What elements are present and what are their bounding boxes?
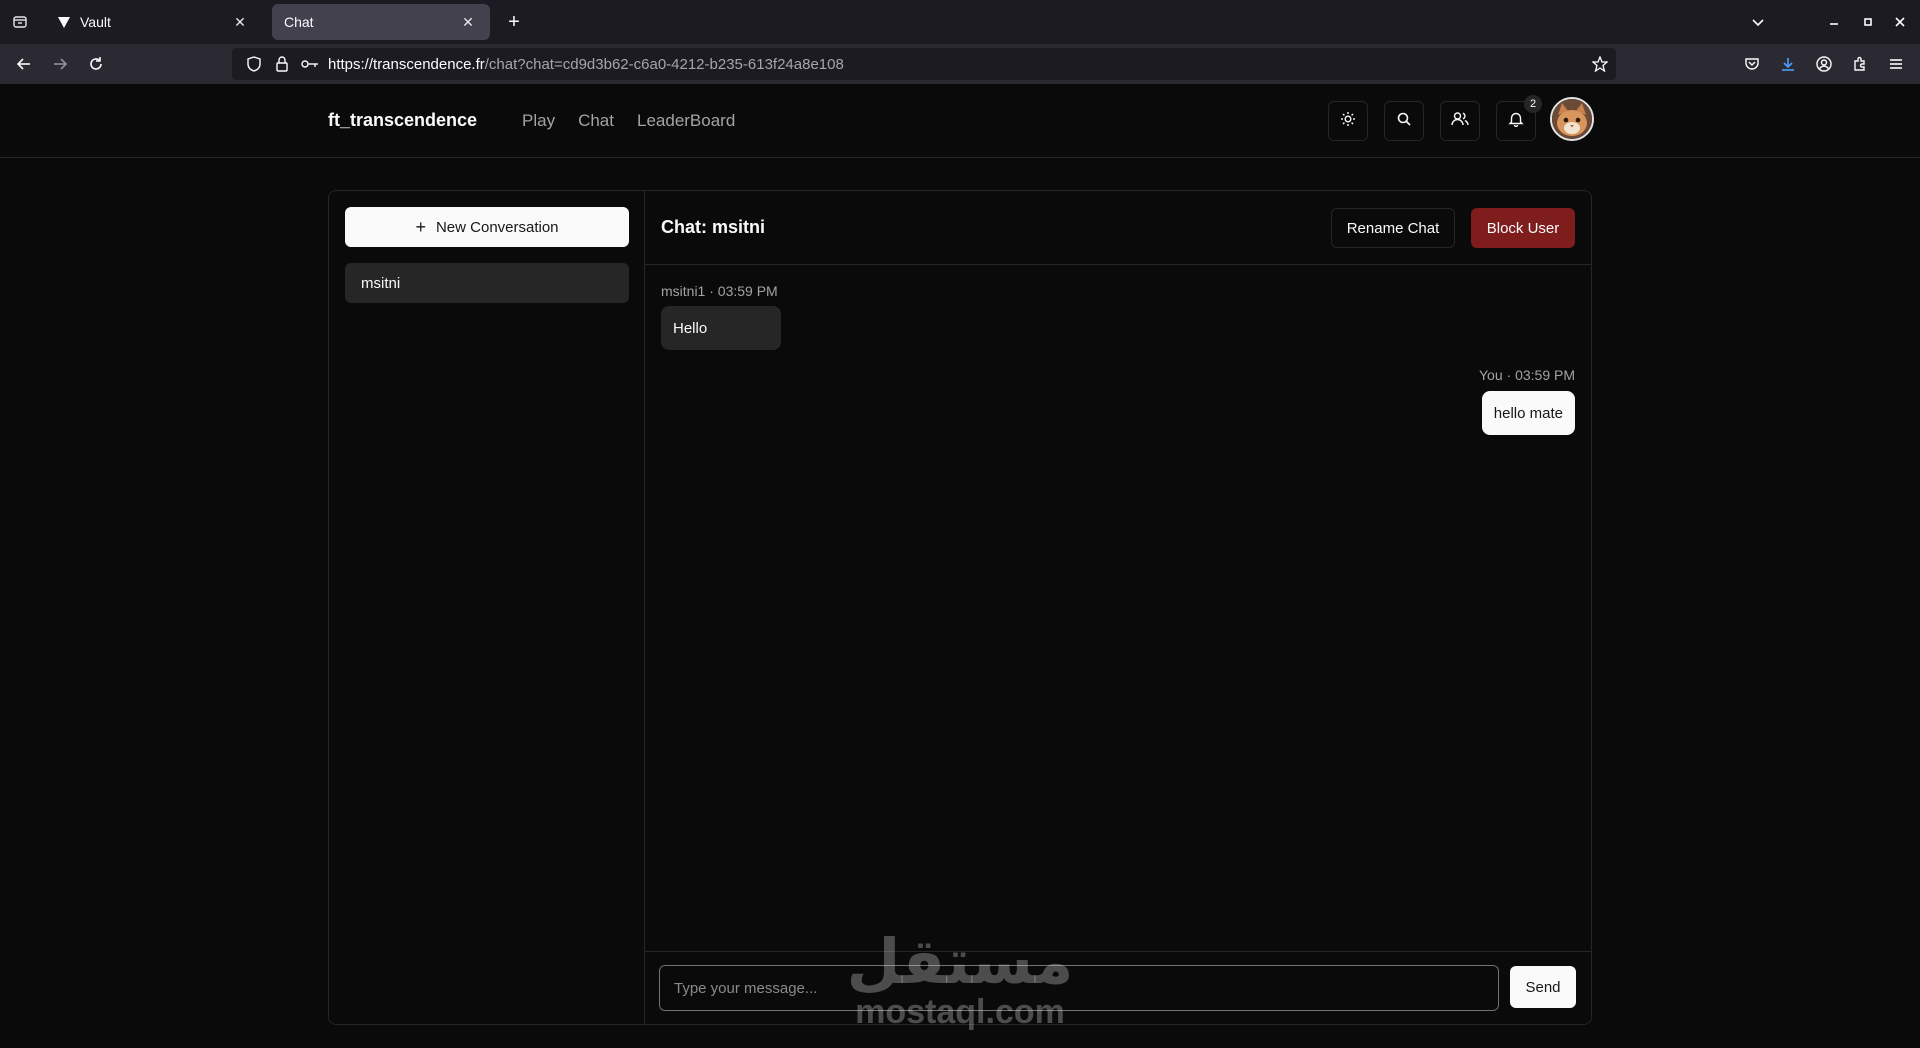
tab-close-icon[interactable]: ✕ [458, 12, 478, 32]
friends-button[interactable] [1440, 101, 1480, 141]
vault-favicon-icon [56, 14, 72, 30]
send-button[interactable]: Send [1510, 966, 1576, 1008]
new-conversation-button[interactable]: + New Conversation [345, 207, 629, 247]
new-tab-icon[interactable]: + [500, 8, 528, 36]
back-arrow-icon[interactable] [10, 50, 38, 78]
bell-icon [1508, 111, 1524, 132]
message-input[interactable] [657, 963, 1501, 1013]
tab-list-icon[interactable] [0, 0, 40, 44]
browser-nav-bar: https://transcendence.fr/chat?chat=cd9d3… [0, 44, 1920, 84]
extensions-icon[interactable] [1846, 50, 1874, 78]
message-meta: msitni1 · 03:59 PM [661, 283, 778, 299]
pocket-icon[interactable] [1738, 50, 1766, 78]
conversation-sidebar: + New Conversation msitni [329, 191, 645, 1024]
downloads-icon[interactable] [1774, 50, 1802, 78]
new-conversation-label: New Conversation [435, 218, 559, 236]
users-icon [1451, 111, 1469, 132]
message-bubble-sent: hello mate [1481, 391, 1575, 435]
shield-icon[interactable] [244, 54, 264, 74]
forward-arrow-icon[interactable] [46, 50, 74, 78]
main-nav: Play Chat LeaderBoard [522, 111, 735, 131]
minimize-icon[interactable] [1820, 8, 1848, 36]
address-bar[interactable]: https://transcendence.fr/chat?chat=cd9d3… [232, 48, 1616, 80]
url-host: https://transcendence.fr [328, 55, 485, 73]
tab-title: Chat [284, 14, 314, 30]
notification-count-badge: 2 [1524, 95, 1542, 113]
bookmark-star-icon[interactable] [1590, 54, 1610, 74]
message-bubble-received: Hello [661, 306, 781, 350]
block-user-button[interactable]: Block User [1471, 208, 1575, 248]
browser-tab-vault[interactable]: Vault ✕ [44, 4, 262, 40]
nav-link-chat[interactable]: Chat [578, 111, 614, 131]
menu-hamburger-icon[interactable] [1882, 50, 1910, 78]
message-composer: Send [645, 951, 1591, 1024]
nav-link-play[interactable]: Play [522, 111, 555, 131]
account-icon[interactable] [1810, 50, 1838, 78]
theme-toggle-button[interactable] [1328, 101, 1368, 141]
conversation-item-msitni[interactable]: msitni [345, 263, 629, 303]
brand-logo[interactable]: ft_transcendence [328, 110, 477, 131]
message-meta: You · 03:59 PM [1479, 367, 1575, 383]
avatar[interactable] [1550, 97, 1594, 141]
search-button[interactable] [1384, 101, 1424, 141]
nav-link-leaderboard[interactable]: LeaderBoard [637, 111, 735, 131]
browser-tab-chat[interactable]: Chat ✕ [272, 4, 490, 40]
sun-icon [1340, 111, 1356, 132]
maximize-icon[interactable] [1854, 8, 1882, 36]
chat-main: Chat: msitni Rename Chat Block User msit… [645, 191, 1591, 1024]
close-window-icon[interactable] [1886, 8, 1914, 36]
chat-header: Chat: msitni Rename Chat Block User [645, 191, 1591, 265]
reload-icon[interactable] [82, 50, 110, 78]
key-icon[interactable] [300, 54, 320, 74]
chat-panel: + New Conversation msitni Chat: msitni R… [328, 190, 1592, 1025]
app-header: ft_transcendence Play Chat LeaderBoard 2 [0, 84, 1920, 158]
url-path: /chat?chat=cd9d3b62-c6a0-4212-b235-613f2… [484, 55, 844, 73]
plus-icon: + [415, 217, 426, 237]
browser-tab-bar: Vault ✕ Chat ✕ + [0, 0, 1920, 44]
lock-icon[interactable] [272, 54, 292, 74]
conversation-name: msitni [361, 274, 401, 292]
rename-chat-button[interactable]: Rename Chat [1331, 208, 1455, 248]
tab-overflow-chevron-icon[interactable] [1744, 8, 1772, 36]
search-icon [1396, 111, 1412, 132]
chat-title: Chat: msitni [661, 217, 766, 237]
tab-title: Vault [80, 14, 111, 30]
tab-close-icon[interactable]: ✕ [230, 12, 250, 32]
notifications-button[interactable]: 2 [1496, 95, 1542, 141]
